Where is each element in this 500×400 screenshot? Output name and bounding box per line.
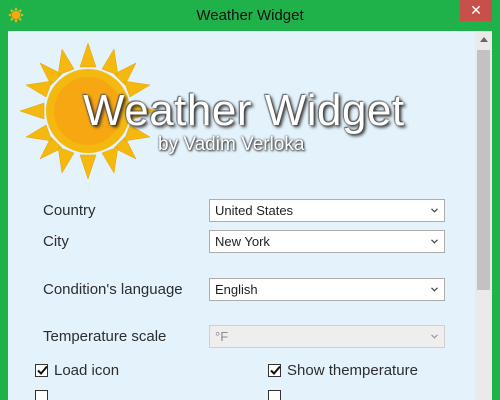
load-icon-option[interactable]: Load icon bbox=[35, 362, 119, 379]
window-content: Weather Widget by Vadim Verloka Country … bbox=[8, 31, 492, 400]
hidden-option-row[interactable] bbox=[268, 390, 287, 400]
country-value: United States bbox=[215, 203, 294, 218]
hidden-option-row[interactable] bbox=[35, 390, 54, 400]
title-bar[interactable]: Weather Widget ✕ bbox=[0, 0, 500, 31]
temperature-scale-label: Temperature scale bbox=[43, 328, 167, 345]
city-select[interactable]: New York bbox=[209, 230, 445, 253]
language-label: Condition's language bbox=[43, 281, 183, 298]
show-temperature-option[interactable]: Show themperature bbox=[268, 362, 418, 379]
load-icon-label: Load icon bbox=[54, 362, 120, 379]
city-value: New York bbox=[215, 234, 270, 249]
chevron-down-icon bbox=[431, 287, 438, 292]
chevron-up-icon bbox=[479, 37, 488, 42]
checkmark-icon bbox=[270, 365, 281, 375]
show-temperature-checkbox[interactable] bbox=[268, 364, 281, 377]
close-button[interactable]: ✕ bbox=[460, 0, 492, 21]
city-label: City bbox=[43, 233, 69, 250]
country-select[interactable]: United States bbox=[209, 199, 445, 222]
checkmark-icon bbox=[37, 365, 48, 375]
scroll-up-button[interactable] bbox=[475, 31, 492, 48]
temperature-scale-select[interactable]: °F bbox=[209, 325, 445, 348]
chevron-down-icon bbox=[431, 239, 438, 244]
scrollbar-thumb[interactable] bbox=[477, 50, 490, 290]
country-label: Country bbox=[43, 202, 96, 219]
chevron-down-icon bbox=[431, 208, 438, 213]
chevron-down-icon bbox=[431, 334, 438, 339]
language-select[interactable]: English bbox=[209, 278, 445, 301]
temperature-scale-value: °F bbox=[215, 329, 229, 344]
logo-subtitle: by Vadim Verloka bbox=[158, 134, 305, 155]
show-temperature-label: Show themperature bbox=[287, 362, 418, 379]
partial-checkbox[interactable] bbox=[268, 390, 281, 400]
vertical-scrollbar[interactable] bbox=[475, 31, 492, 400]
partial-checkbox[interactable] bbox=[35, 390, 48, 400]
language-value: English bbox=[215, 282, 258, 297]
window-title: Weather Widget bbox=[196, 7, 304, 24]
load-icon-checkbox[interactable] bbox=[35, 364, 48, 377]
logo-title: Weather Widget bbox=[83, 86, 405, 135]
close-icon: ✕ bbox=[470, 2, 482, 18]
